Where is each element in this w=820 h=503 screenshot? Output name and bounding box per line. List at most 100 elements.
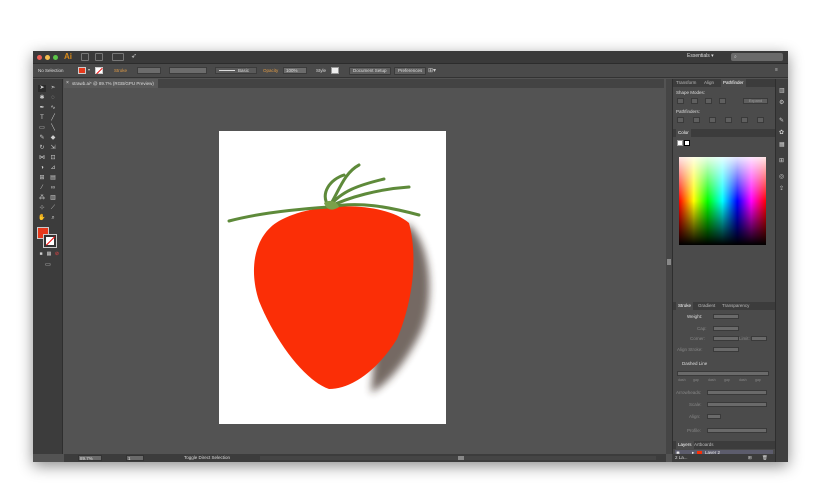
arrowheads-field[interactable] bbox=[707, 390, 767, 395]
weight-field[interactable] bbox=[713, 314, 739, 319]
tab-transform[interactable]: Transform bbox=[676, 80, 696, 85]
align-stroke-options[interactable] bbox=[713, 347, 739, 352]
hand-tool-icon[interactable]: ✋ bbox=[38, 215, 46, 222]
screen-mode-icon[interactable]: ▭ bbox=[44, 262, 52, 269]
strawberry-artwork[interactable] bbox=[219, 131, 446, 424]
stroke-swatch[interactable] bbox=[95, 67, 103, 75]
preferences-button[interactable]: Preferences bbox=[394, 67, 427, 75]
shape-builder-tool-icon[interactable]: ◑ bbox=[38, 165, 46, 172]
corner-options[interactable] bbox=[713, 336, 739, 341]
bridge-icon[interactable] bbox=[81, 53, 89, 61]
zoom-window-button[interactable] bbox=[53, 55, 58, 60]
tab-layers[interactable]: Layers bbox=[676, 441, 694, 449]
tab-pathfinder[interactable]: Pathfinder bbox=[721, 79, 746, 87]
graphic-styles-icon[interactable]: ⊞ bbox=[779, 157, 784, 164]
mesh-tool-icon[interactable]: ⊞ bbox=[38, 175, 46, 182]
opacity-label[interactable]: Opacity bbox=[263, 68, 278, 73]
line-tool-icon[interactable]: ╱ bbox=[49, 115, 57, 122]
brushes-icon[interactable]: ✎ bbox=[779, 117, 784, 124]
lasso-tool-icon[interactable]: ◌ bbox=[49, 95, 57, 102]
eyedropper-tool-icon[interactable]: ⁄ bbox=[38, 185, 46, 192]
minus-back-button[interactable] bbox=[757, 117, 764, 123]
pen-tool-icon[interactable]: ✒ bbox=[38, 105, 46, 112]
profile-field[interactable] bbox=[707, 428, 767, 433]
rotate-tool-icon[interactable]: ↻ bbox=[38, 145, 46, 152]
panel-menu-icon[interactable]: ≡ bbox=[775, 67, 778, 73]
tab-transparency[interactable]: Transparency bbox=[722, 303, 749, 308]
divide-button[interactable] bbox=[677, 117, 684, 123]
direct-selection-tool-icon[interactable]: ➣ bbox=[49, 85, 57, 92]
dashed-line-label[interactable]: Dashed Line bbox=[682, 361, 707, 366]
column-graph-tool-icon[interactable]: ▥ bbox=[49, 195, 57, 202]
magic-wand-tool-icon[interactable]: ✱ bbox=[38, 95, 46, 102]
stroke-weight-field[interactable] bbox=[137, 67, 161, 74]
swatches-icon[interactable]: ▦ bbox=[779, 141, 785, 148]
perspective-grid-tool-icon[interactable]: ⊿ bbox=[49, 165, 57, 172]
tab-color[interactable]: Color bbox=[676, 129, 691, 137]
opacity-field[interactable]: 100% bbox=[283, 67, 307, 74]
workspace-switcher[interactable]: Essentials ▾ bbox=[687, 53, 714, 59]
document-tab[interactable]: × strawb.ai* @ 89.7% (RGB/GPU Preview) bbox=[64, 79, 158, 88]
stroke-color-swatch[interactable] bbox=[43, 234, 57, 248]
stock-icon[interactable] bbox=[95, 53, 103, 61]
zoom-field[interactable]: 89.7% bbox=[78, 455, 102, 461]
eraser-tool-icon[interactable]: ◆ bbox=[49, 135, 57, 142]
artboard-tool-icon[interactable]: ⊹ bbox=[38, 205, 46, 212]
slice-tool-icon[interactable]: ⟋ bbox=[49, 205, 57, 212]
width-tool-icon[interactable]: ⋈ bbox=[38, 155, 46, 162]
fill-dropdown-icon[interactable]: ▾ bbox=[88, 67, 92, 74]
new-layer-icon[interactable]: ⊞ bbox=[748, 455, 752, 461]
tab-stroke[interactable]: Stroke bbox=[676, 302, 694, 310]
fill-swatch[interactable] bbox=[78, 67, 86, 74]
scale-field[interactable] bbox=[707, 402, 767, 407]
unite-button[interactable] bbox=[677, 98, 684, 104]
color-mode-icon[interactable]: ■ bbox=[37, 251, 45, 258]
document-setup-button[interactable]: Document Setup bbox=[349, 67, 391, 75]
minimize-window-button[interactable] bbox=[45, 55, 50, 60]
tab-align[interactable]: Align bbox=[704, 80, 714, 85]
gpu-performance-icon[interactable]: ➶ bbox=[131, 52, 137, 60]
free-transform-tool-icon[interactable]: ⊡ bbox=[49, 155, 57, 162]
curvature-tool-icon[interactable]: ∿ bbox=[49, 105, 57, 112]
arrange-icon[interactable]: ⊞▾ bbox=[428, 67, 436, 74]
selection-tool-icon[interactable]: ➤ bbox=[38, 85, 46, 92]
crop-button[interactable] bbox=[725, 117, 732, 123]
expand-button[interactable]: Expand bbox=[743, 98, 768, 104]
color-spectrum[interactable] bbox=[679, 157, 766, 245]
canvas-area[interactable] bbox=[64, 88, 666, 454]
intersect-button[interactable] bbox=[705, 98, 712, 104]
search-help-input[interactable]: ⌕ bbox=[731, 53, 783, 61]
trim-button[interactable] bbox=[693, 117, 700, 123]
tab-artboards[interactable]: Artboards bbox=[694, 442, 714, 447]
rectangle-tool-icon[interactable]: ▭ bbox=[38, 125, 46, 132]
dash-pattern-fields[interactable] bbox=[677, 371, 769, 376]
brush-definition[interactable]: Basic bbox=[215, 67, 257, 74]
close-window-button[interactable] bbox=[37, 55, 42, 60]
type-tool-icon[interactable]: T bbox=[38, 115, 46, 122]
artboard[interactable] bbox=[219, 131, 446, 424]
gradient-tool-icon[interactable]: ▤ bbox=[49, 175, 57, 182]
merge-button[interactable] bbox=[709, 117, 716, 123]
cap-options[interactable] bbox=[713, 326, 739, 331]
export-icon[interactable]: ⇪ bbox=[779, 185, 784, 192]
libraries-icon[interactable]: ▥ bbox=[779, 87, 785, 94]
scale-tool-icon[interactable]: ⇲ bbox=[49, 145, 57, 152]
limit-field[interactable] bbox=[751, 336, 767, 341]
exclude-button[interactable] bbox=[719, 98, 726, 104]
stroke-label[interactable]: Stroke bbox=[114, 68, 127, 73]
close-tab-icon[interactable]: × bbox=[66, 79, 69, 88]
delete-layer-icon[interactable]: 🗑 bbox=[762, 455, 768, 461]
align-arrow-options[interactable] bbox=[707, 414, 721, 419]
outline-button[interactable] bbox=[741, 117, 748, 123]
zoom-tool-icon[interactable]: ⌕ bbox=[49, 215, 57, 222]
gradient-mode-icon[interactable]: ▦ bbox=[45, 251, 53, 258]
appearance-icon[interactable]: ◎ bbox=[779, 173, 784, 180]
shaper-tool-icon[interactable]: ✎ bbox=[38, 135, 46, 142]
color-fill-indicator[interactable] bbox=[677, 140, 683, 146]
style-swatch[interactable] bbox=[331, 67, 339, 74]
symbol-sprayer-tool-icon[interactable]: ⁂ bbox=[38, 195, 46, 202]
paintbrush-tool-icon[interactable]: ╲ bbox=[49, 125, 57, 132]
variable-width-profile[interactable] bbox=[169, 67, 207, 74]
none-mode-icon[interactable]: ⊘ bbox=[53, 251, 61, 258]
horizontal-scrollbar[interactable] bbox=[260, 456, 656, 460]
